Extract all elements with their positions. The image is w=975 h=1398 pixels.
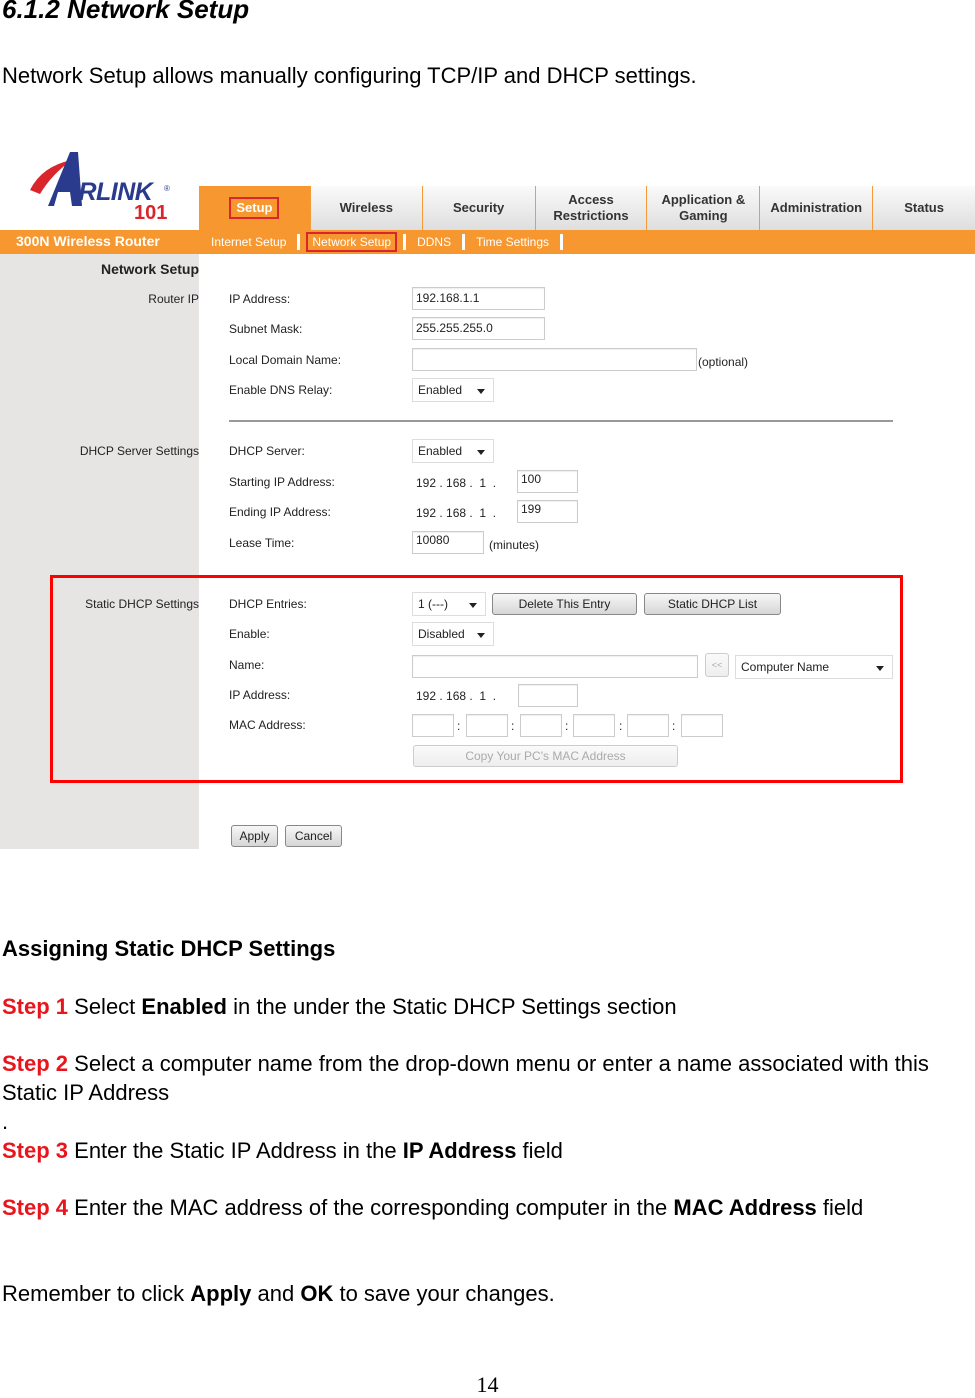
document-title: 6.1.2 Network Setup — [2, 0, 250, 24]
chevron-down-icon — [477, 450, 485, 455]
step-text: Enter the Static IP Address in the — [68, 1138, 403, 1163]
subnav-ddns[interactable]: DDNS — [412, 233, 456, 251]
reminder-text: and — [251, 1281, 301, 1306]
local-domain-input[interactable] — [412, 348, 697, 371]
chevron-down-icon — [477, 389, 485, 394]
tab-application-gaming[interactable]: Application & Gaming — [647, 186, 761, 230]
tab-setup[interactable]: Setup — [199, 186, 311, 230]
step-bold-text: IP Address — [402, 1138, 517, 1163]
instructions-title: Assigning Static DHCP Settings — [2, 936, 336, 961]
ip-address-input[interactable]: 192.168.1.1 — [412, 287, 545, 310]
subnav-separator — [560, 234, 564, 250]
cancel-button[interactable]: Cancel — [285, 825, 342, 847]
reminder-bold-apply: Apply — [190, 1281, 252, 1306]
dhcp-server-label: DHCP Server: — [229, 444, 305, 458]
ending-ip-prefix: 192 . 168 . 1 . — [416, 506, 497, 520]
logo-suffix: 101 — [134, 202, 168, 224]
subnav-internet-setup[interactable]: Internet Setup — [206, 233, 291, 251]
reminder-text: Remember to click — [2, 1281, 191, 1306]
tab-security[interactable]: Security — [422, 186, 536, 230]
subnet-mask-input[interactable]: 255.255.255.0 — [412, 317, 545, 340]
step-label: Step 3 — [2, 1138, 69, 1163]
main-tabs: Setup Wireless Security Access Restricti… — [199, 186, 975, 230]
reminder-bold-ok: OK — [300, 1281, 334, 1306]
tab-status[interactable]: Status — [873, 186, 975, 230]
router-screenshot: IRLINK ® 101 Setup Wireless Security Acc… — [0, 140, 975, 849]
section-heading-network-setup: Network Setup — [100, 261, 199, 277]
apply-button[interactable]: Apply — [231, 825, 278, 847]
step-text: field — [516, 1138, 563, 1163]
step-2: Step 2 Select a computer name from the d… — [2, 1049, 972, 1136]
dns-relay-select[interactable]: Enabled — [412, 378, 494, 402]
local-domain-label: Local Domain Name: — [229, 353, 342, 367]
ending-ip-label: Ending IP Address: — [229, 505, 331, 519]
tab-wireless[interactable]: Wireless — [310, 186, 423, 230]
lease-time-label: Lease Time: — [229, 536, 295, 550]
step-4: Step 4 Enter the MAC address of the corr… — [2, 1193, 972, 1222]
product-name: 300N Wireless Router — [16, 233, 160, 249]
step-text: Select — [68, 994, 142, 1019]
lease-time-input[interactable]: 10080 — [412, 531, 484, 554]
static-dhcp-highlight — [50, 575, 903, 783]
step-text: field — [816, 1195, 864, 1220]
tab-administration[interactable]: Administration — [760, 186, 874, 230]
starting-ip-prefix: 192 . 168 . 1 . — [416, 476, 497, 490]
sub-navigation-bar: 300N Wireless Router Internet Setup Netw… — [0, 230, 975, 254]
lease-time-unit: (minutes) — [489, 538, 540, 552]
step-trailing-dot: . — [2, 1109, 9, 1134]
dns-relay-label: Enable DNS Relay: — [229, 383, 333, 397]
document-intro: Network Setup allows manually configurin… — [2, 63, 697, 88]
airlink-logo: IRLINK ® 101 — [22, 148, 182, 224]
section-divider — [229, 420, 893, 422]
step-text: Enter the MAC address of the correspondi… — [68, 1195, 674, 1220]
step-3: Step 3 Enter the Static IP Address in th… — [2, 1136, 972, 1165]
dhcp-server-value: Enabled — [418, 444, 463, 458]
ip-address-label: IP Address: — [229, 292, 291, 306]
step-label: Step 2 — [2, 1051, 69, 1076]
page-number: 14 — [476, 1372, 499, 1397]
subnav-separator — [462, 234, 466, 250]
subnet-mask-label: Subnet Mask: — [229, 322, 303, 336]
sub-nav: Internet Setup Network Setup DDNS Time S… — [206, 230, 569, 254]
section-label-router-ip: Router IP — [148, 292, 199, 306]
starting-ip-label: Starting IP Address: — [229, 475, 335, 489]
step-label: Step 1 — [2, 994, 69, 1019]
dns-relay-value: Enabled — [418, 383, 463, 397]
step-bold-text: MAC Address — [673, 1195, 817, 1220]
optional-hint: (optional) — [698, 355, 749, 369]
subnav-separator — [297, 234, 301, 250]
step-1: Step 1 Select Enabled in the under the S… — [2, 992, 972, 1021]
reminder: Remember to click Apply and OK to save y… — [2, 1279, 972, 1308]
subnav-separator — [403, 234, 407, 250]
tab-access-restrictions[interactable]: Access Restrictions — [535, 186, 648, 230]
reminder-text: to save your changes. — [333, 1281, 555, 1306]
ending-ip-input[interactable]: 199 — [517, 500, 578, 523]
dhcp-server-select[interactable]: Enabled — [412, 439, 494, 463]
section-label-dhcp-server: DHCP Server Settings — [79, 444, 199, 458]
step-bold-text: Enabled — [141, 994, 227, 1019]
step-text: in the under the Static DHCP Settings se… — [226, 994, 677, 1019]
subnav-network-setup[interactable]: Network Setup — [306, 232, 398, 252]
step-label: Step 4 — [2, 1195, 69, 1220]
step-text: Select a computer name from the drop-dow… — [2, 1051, 929, 1105]
logo-reg-mark: ® — [164, 184, 170, 193]
starting-ip-input[interactable]: 100 — [517, 470, 578, 493]
subnav-time-settings[interactable]: Time Settings — [471, 233, 554, 251]
